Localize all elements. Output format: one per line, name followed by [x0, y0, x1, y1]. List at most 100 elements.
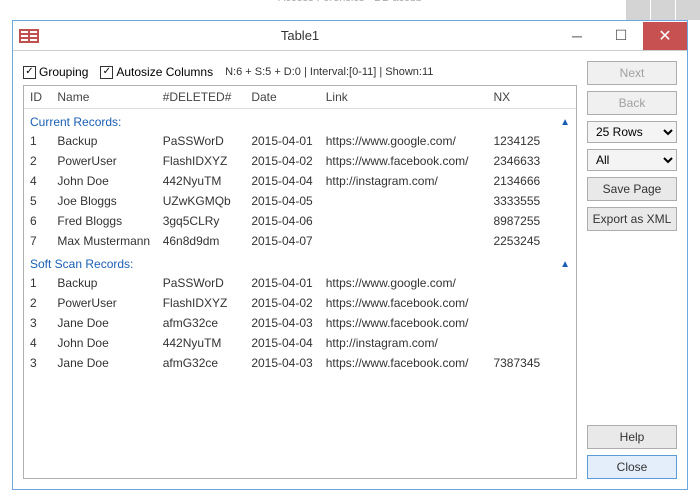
table-cell: 2015-04-04 [245, 171, 319, 191]
table-cell: Fred Bloggs [51, 211, 156, 231]
table-cell: 2134666 [487, 171, 554, 191]
maximize-button[interactable]: ☐ [599, 22, 643, 50]
table-cell: 2015-04-02 [245, 293, 319, 313]
group-header[interactable]: Current Records: [24, 109, 554, 132]
table-cell: 2 [24, 293, 51, 313]
table-cell: afmG32ce [157, 353, 246, 373]
filter-select[interactable]: All [587, 149, 677, 171]
table-cell: 2015-04-05 [245, 191, 319, 211]
table-cell [487, 293, 554, 313]
collapse-icon[interactable]: ▲ [554, 109, 576, 132]
table-row[interactable]: 1BackupPaSSWorD2015-04-01https://www.goo… [24, 131, 576, 151]
close-window-button[interactable]: ✕ [643, 22, 687, 50]
table-cell: 46n8d9dm [157, 231, 246, 251]
table-cell [320, 211, 488, 231]
table-cell: Backup [51, 131, 156, 151]
grouping-checkbox[interactable]: ✓ Grouping [23, 65, 88, 79]
column-header[interactable]: NX [487, 86, 554, 109]
table-cell: https://www.facebook.com/ [320, 151, 488, 171]
help-button[interactable]: Help [587, 425, 677, 449]
table-cell: 2253245 [487, 231, 554, 251]
table-cell [487, 333, 554, 353]
export-xml-button[interactable]: Export as XML [587, 207, 677, 231]
table-cell: John Doe [51, 333, 156, 353]
table-cell: PaSSWorD [157, 273, 246, 293]
table-cell: Joe Bloggs [51, 191, 156, 211]
table-cell: 442NyuTM [157, 333, 246, 353]
table-cell: 2015-04-03 [245, 353, 319, 373]
parent-btn-3[interactable] [676, 0, 700, 20]
table-cell: 5 [24, 191, 51, 211]
table-cell: 2346633 [487, 151, 554, 171]
table-cell: Backup [51, 273, 156, 293]
check-icon: ✓ [23, 66, 36, 79]
toolbar: ✓ Grouping ✓ Autosize Columns N:6 + S:5 … [23, 61, 577, 85]
autosize-checkbox[interactable]: ✓ Autosize Columns [100, 65, 213, 79]
table-cell: 3333555 [487, 191, 554, 211]
table-row[interactable]: 3Jane DoeafmG32ce2015-04-03https://www.f… [24, 353, 576, 373]
table-cell: https://www.facebook.com/ [320, 293, 488, 313]
parent-window-title: Access Forensics · DB accdb [0, 0, 700, 4]
collapse-icon[interactable]: ▲ [554, 251, 576, 273]
column-header[interactable]: #DELETED# [157, 86, 246, 109]
group-header[interactable]: Soft Scan Records: [24, 251, 554, 273]
side-panel: Next Back 25 Rows All Save Page Export a… [587, 61, 677, 479]
grouping-label: Grouping [39, 65, 88, 79]
table-row[interactable]: 3Jane DoeafmG32ce2015-04-03https://www.f… [24, 313, 576, 333]
table-cell: Jane Doe [51, 313, 156, 333]
titlebar: Table1 ─ ☐ ✕ [13, 21, 687, 51]
table-cell: Jane Doe [51, 353, 156, 373]
back-button[interactable]: Back [587, 91, 677, 115]
table-cell: 1234125 [487, 131, 554, 151]
table-cell: 2 [24, 151, 51, 171]
record-stats: N:6 + S:5 + D:0 | Interval:[0-11] | Show… [225, 66, 433, 78]
rows-select[interactable]: 25 Rows [587, 121, 677, 143]
column-header[interactable]: Name [51, 86, 156, 109]
autosize-label: Autosize Columns [116, 65, 213, 79]
close-button[interactable]: Close [587, 455, 677, 479]
table-cell [320, 191, 488, 211]
table-cell: https://www.facebook.com/ [320, 313, 488, 333]
table-cell: 3 [24, 353, 51, 373]
table-cell: 8987255 [487, 211, 554, 231]
table-cell: 3gq5CLRy [157, 211, 246, 231]
table-cell [487, 273, 554, 293]
table-cell: 7 [24, 231, 51, 251]
table-row[interactable]: 4John Doe442NyuTM2015-04-04http://instag… [24, 171, 576, 191]
table-row[interactable]: 1BackupPaSSWorD2015-04-01https://www.goo… [24, 273, 576, 293]
column-header[interactable]: ID [24, 86, 51, 109]
table-cell: FlashIDXYZ [157, 293, 246, 313]
minimize-button[interactable]: ─ [555, 22, 599, 50]
parent-btn-1[interactable] [626, 0, 650, 20]
table-cell: 2015-04-01 [245, 273, 319, 293]
column-header[interactable]: Date [245, 86, 319, 109]
table-cell: 3 [24, 313, 51, 333]
table-cell: 2015-04-04 [245, 333, 319, 353]
table-cell: 6 [24, 211, 51, 231]
save-page-button[interactable]: Save Page [587, 177, 677, 201]
table-cell: John Doe [51, 171, 156, 191]
column-header[interactable]: Link [320, 86, 488, 109]
table-row[interactable]: 2PowerUserFlashIDXYZ2015-04-02https://ww… [24, 151, 576, 171]
table-cell: PaSSWorD [157, 131, 246, 151]
table-container[interactable]: IDName#DELETED#DateLinkNX Current Record… [23, 85, 577, 479]
table-cell: http://instagram.com/ [320, 333, 488, 353]
window-title: Table1 [45, 28, 555, 43]
table-row[interactable]: 6Fred Bloggs3gq5CLRy2015-04-06 8987255 [24, 211, 576, 231]
table-cell: 7387345 [487, 353, 554, 373]
table-cell: 2015-04-06 [245, 211, 319, 231]
records-table: IDName#DELETED#DateLinkNX Current Record… [24, 86, 576, 373]
table-cell: PowerUser [51, 151, 156, 171]
next-button[interactable]: Next [587, 61, 677, 85]
table-row[interactable]: 7Max Mustermann46n8d9dm2015-04-072253245 [24, 231, 576, 251]
table-cell: 442NyuTM [157, 171, 246, 191]
table-cell: 2015-04-02 [245, 151, 319, 171]
table-row[interactable]: 2PowerUserFlashIDXYZ2015-04-02https://ww… [24, 293, 576, 313]
table-cell: afmG32ce [157, 313, 246, 333]
table-cell: 4 [24, 333, 51, 353]
parent-btn-2[interactable] [651, 0, 675, 20]
table-row[interactable]: 5Joe BloggsUZwKGMQb2015-04-053333555 [24, 191, 576, 211]
table-cell: 4 [24, 171, 51, 191]
table-cell: FlashIDXYZ [157, 151, 246, 171]
table-row[interactable]: 4John Doe442NyuTM2015-04-04http://instag… [24, 333, 576, 353]
